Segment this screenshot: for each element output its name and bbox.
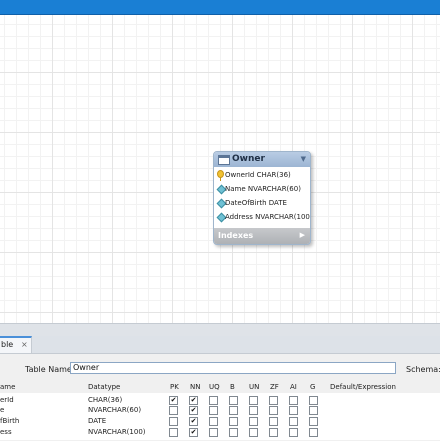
b-checkbox[interactable] (229, 406, 238, 415)
uq-checkbox[interactable] (209, 396, 218, 405)
un-checkbox[interactable] (249, 396, 258, 405)
g-checkbox[interactable] (309, 428, 318, 437)
uq-checkbox[interactable] (209, 417, 218, 426)
column-name-cell[interactable]: fBirth (0, 416, 19, 426)
header-datatype[interactable]: Datatype (88, 383, 120, 391)
editor-tab-strip (0, 336, 440, 353)
nn-checkbox[interactable]: ✔ (189, 428, 198, 437)
column-name-cell[interactable]: e (0, 405, 4, 415)
datatype-cell[interactable]: DATE (88, 416, 106, 426)
close-icon[interactable]: × (21, 340, 28, 349)
header-un[interactable]: UN (249, 383, 259, 391)
entity-column-label: DateOfBirth DATE (225, 199, 287, 207)
b-checkbox[interactable] (229, 417, 238, 426)
uq-checkbox[interactable] (209, 406, 218, 415)
g-checkbox[interactable] (309, 417, 318, 426)
table-row[interactable]: fBirth DATE ✔ (0, 416, 440, 426)
key-icon (217, 170, 224, 181)
datatype-cell[interactable]: CHAR(36) (88, 395, 122, 405)
g-checkbox[interactable] (309, 396, 318, 405)
datatype-cell[interactable]: NVARCHAR(100) (88, 427, 146, 437)
g-checkbox[interactable] (309, 406, 318, 415)
header-g[interactable]: G (310, 383, 315, 391)
ai-checkbox[interactable] (289, 396, 298, 405)
ai-checkbox[interactable] (289, 417, 298, 426)
table-name-input[interactable]: Owner (70, 362, 396, 374)
pk-checkbox[interactable] (169, 428, 178, 437)
pk-checkbox[interactable] (169, 417, 178, 426)
table-icon (218, 155, 230, 165)
header-nn[interactable]: NN (190, 383, 200, 391)
entity-owner[interactable]: Owner ▼ OwnerId CHAR(36) Name NVARCHAR(6… (213, 151, 311, 245)
pk-checkbox[interactable] (169, 406, 178, 415)
table-name-label: Table Name: (25, 365, 75, 374)
panel-splitter[interactable] (0, 323, 440, 337)
header-uq[interactable]: UQ (209, 383, 220, 391)
tab-label: ble (1, 340, 14, 349)
columns-grid-header: ame Datatype PK NN UQ B UN ZF AI G Defau… (0, 383, 440, 393)
indexes-label: Indexes (218, 231, 254, 240)
entity-column-label: Address NVARCHAR(100) (225, 213, 311, 221)
zf-checkbox[interactable] (269, 417, 278, 426)
b-checkbox[interactable] (229, 396, 238, 405)
entity-column-address[interactable]: Address NVARCHAR(100) (214, 210, 310, 224)
entity-column-dateofbirth[interactable]: DateOfBirth DATE (214, 196, 310, 210)
un-checkbox[interactable] (249, 417, 258, 426)
header-column-name[interactable]: ame (0, 383, 15, 391)
uq-checkbox[interactable] (209, 428, 218, 437)
entity-title: Owner (232, 154, 265, 164)
entity-indexes-section[interactable]: Indexes ▶ (214, 228, 310, 244)
un-checkbox[interactable] (249, 406, 258, 415)
column-name-cell[interactable]: erId (0, 395, 14, 405)
ai-checkbox[interactable] (289, 428, 298, 437)
ai-checkbox[interactable] (289, 406, 298, 415)
table-row[interactable]: erId CHAR(36) ✔ ✔ (0, 395, 440, 405)
window-title-bar (0, 0, 440, 14)
b-checkbox[interactable] (229, 428, 238, 437)
header-zf[interactable]: ZF (270, 383, 279, 391)
header-pk[interactable]: PK (170, 383, 179, 391)
tab-table-editor[interactable]: ble × (0, 336, 32, 354)
entity-column-label: OwnerId CHAR(36) (225, 171, 291, 179)
entity-column-name[interactable]: Name NVARCHAR(60) (214, 182, 310, 196)
header-default-expression[interactable]: Default/Expression (330, 383, 396, 391)
table-row[interactable]: ess NVARCHAR(100) ✔ (0, 427, 440, 437)
un-checkbox[interactable] (249, 428, 258, 437)
zf-checkbox[interactable] (269, 396, 278, 405)
datatype-cell[interactable]: NVARCHAR(60) (88, 405, 141, 415)
zf-checkbox[interactable] (269, 406, 278, 415)
nn-checkbox[interactable]: ✔ (189, 396, 198, 405)
entity-column-ownerid[interactable]: OwnerId CHAR(36) (214, 168, 310, 182)
entity-column-label: Name NVARCHAR(60) (225, 185, 301, 193)
header-b[interactable]: B (230, 383, 235, 391)
table-row[interactable]: e NVARCHAR(60) ✔ (0, 405, 440, 415)
entity-header[interactable]: Owner ▼ (214, 152, 310, 167)
zf-checkbox[interactable] (269, 428, 278, 437)
nn-checkbox[interactable]: ✔ (189, 417, 198, 426)
pk-checkbox[interactable]: ✔ (169, 396, 178, 405)
schema-label: Schema: (406, 365, 440, 374)
column-name-cell[interactable]: ess (0, 427, 12, 437)
expand-arrow-icon[interactable]: ▶ (300, 231, 305, 239)
nn-checkbox[interactable]: ✔ (189, 406, 198, 415)
header-ai[interactable]: AI (290, 383, 297, 391)
collapse-arrow-icon[interactable]: ▼ (301, 155, 306, 163)
